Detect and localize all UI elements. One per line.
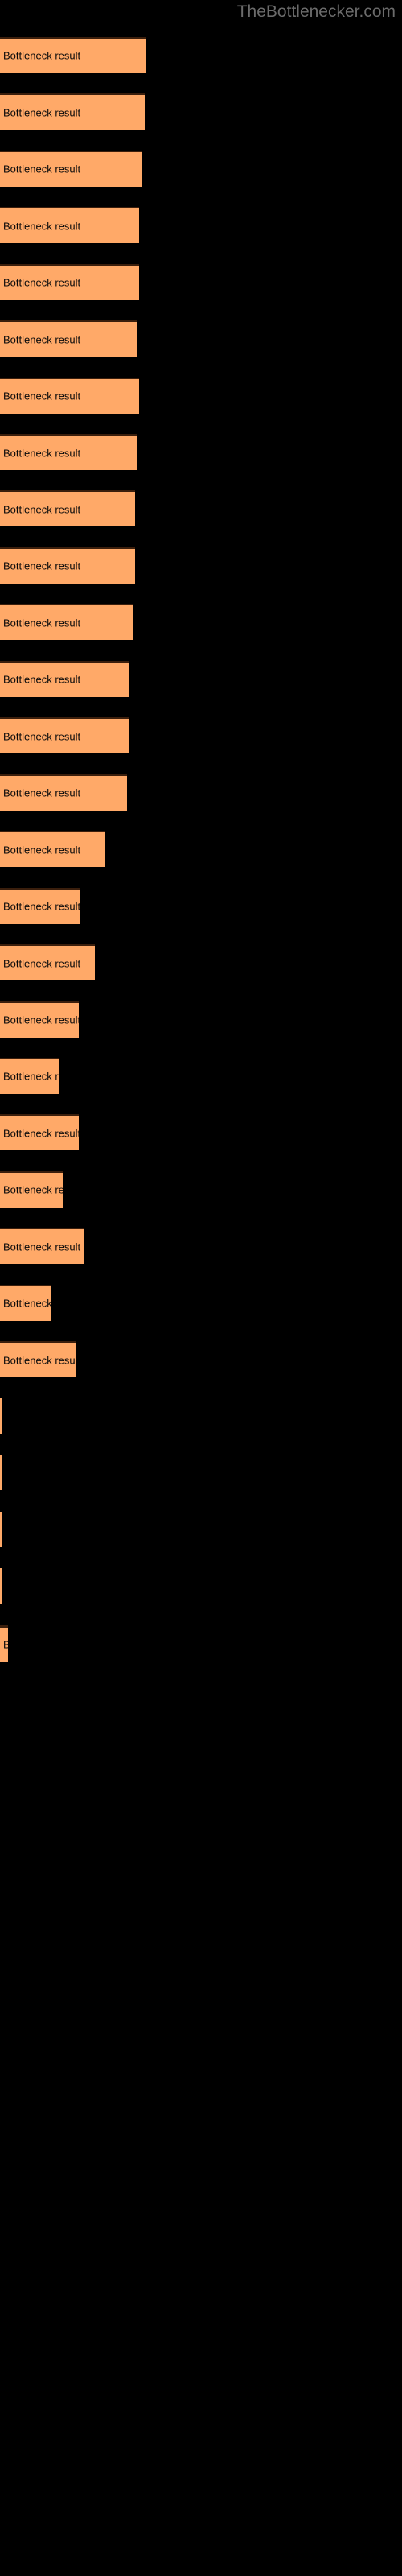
bar[interactable]: Bottleneck result (0, 207, 139, 244)
bar-label: Bottleneck result (3, 957, 81, 970)
bar-label: Bottleneck result (3, 673, 81, 686)
bar[interactable]: Bottleneck result (0, 490, 135, 527)
bar[interactable]: Bottleneck result (0, 944, 95, 981)
bar[interactable]: Bottleneck result (0, 93, 145, 130)
bar[interactable]: Bottleneck result (0, 774, 127, 811)
bar[interactable]: Bottleneck result (0, 1057, 59, 1094)
bar[interactable]: Bottleneck result (0, 1511, 2, 1547)
bar-label: Bottleneck result (3, 1297, 51, 1310)
bar-label: Bottleneck result (3, 1127, 79, 1140)
bar[interactable]: Bottleneck result (0, 1114, 79, 1151)
bar[interactable]: Bottleneck result (0, 1001, 79, 1038)
bar[interactable]: Bottleneck result (0, 1228, 84, 1265)
bar[interactable]: Bottleneck result (0, 1624, 8, 1662)
bar[interactable]: Bottleneck result (0, 1397, 2, 1434)
bar[interactable]: Bottleneck result (0, 434, 137, 471)
bar-label: Bottleneck result (3, 220, 81, 233)
bar[interactable]: Bottleneck result (0, 547, 135, 584)
bar[interactable]: Bottleneck result (0, 263, 139, 300)
bar-label: Bottleneck result (3, 559, 81, 572)
bar-label: Bottleneck result (3, 1183, 63, 1196)
bar[interactable]: Bottleneck result (0, 604, 133, 641)
bar[interactable]: Bottleneck result (0, 150, 142, 187)
bar-label: Bottleneck result (3, 844, 81, 857)
bar[interactable]: Bottleneck result (0, 377, 139, 414)
bar-label: Bottleneck result (3, 333, 81, 346)
bar-label: Bottleneck result (3, 163, 81, 175)
bar-label: Bottleneck result (3, 503, 81, 516)
bar[interactable]: Bottleneck result (0, 1170, 63, 1208)
bar-label: Bottleneck result (3, 106, 81, 119)
bar-series: Bottleneck result Bottleneck result Bottle… (0, 0, 402, 2576)
bar[interactable]: Bottleneck result (0, 1341, 76, 1378)
bar[interactable]: Bottleneck result (0, 717, 129, 754)
bar[interactable]: Bottleneck result (0, 1455, 2, 1491)
bar-label: Bottleneck result (3, 447, 81, 460)
bar-label: Bottleneck result (3, 390, 81, 402)
bar[interactable]: Bottleneck result (0, 1284, 51, 1321)
bar-label: Bottleneck result (3, 900, 80, 913)
bar-label: Bottleneck result (3, 276, 81, 289)
bar[interactable]: Bottleneck result (0, 320, 137, 357)
bar-label: Bottleneck result (3, 730, 81, 743)
bar-label: Bottleneck result (3, 1354, 76, 1367)
bar[interactable]: Bottleneck result (0, 660, 129, 697)
bar-label: Bottleneck result (3, 1241, 81, 1253)
bar[interactable]: Bottleneck result (0, 36, 146, 73)
chart-root: TheBottlenecker.com Bottleneck result Bot… (0, 0, 402, 2576)
bar-label: Bottleneck result (3, 49, 81, 62)
bar-label: Bottleneck result (3, 786, 81, 799)
bar-label: Bottleneck result (3, 1070, 59, 1083)
bar-label: Bottleneck result (3, 1013, 79, 1026)
bar[interactable]: Bottleneck result (0, 887, 80, 924)
bar[interactable]: Bottleneck result (0, 831, 105, 868)
bar-label: Bottleneck result (3, 1639, 8, 1651)
bar-label: Bottleneck result (3, 617, 81, 630)
bar[interactable]: Bottleneck result (0, 1568, 2, 1604)
